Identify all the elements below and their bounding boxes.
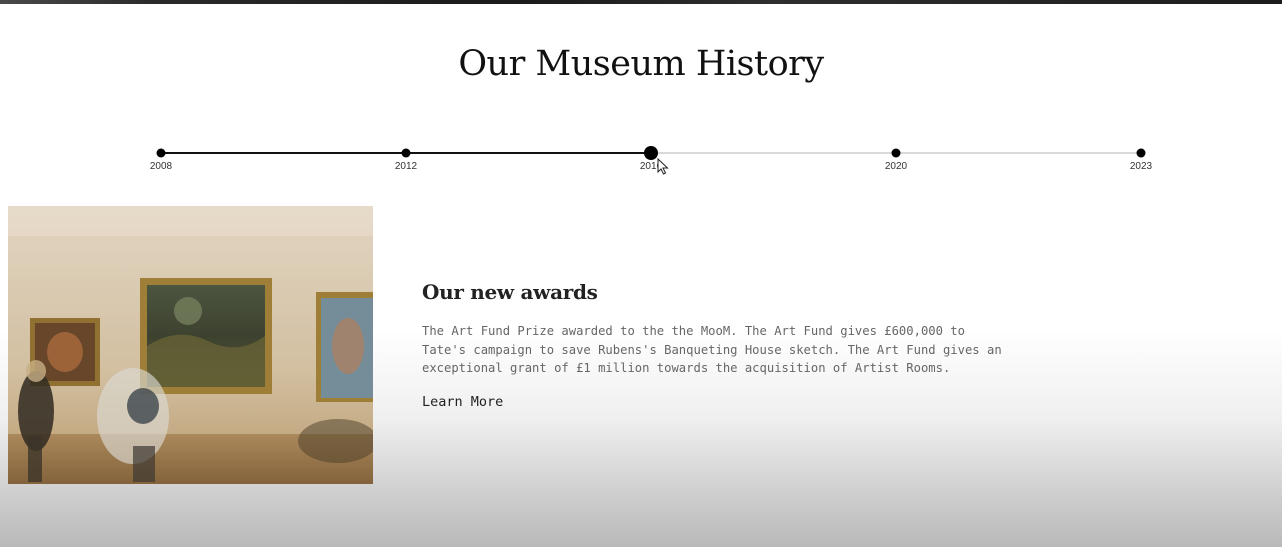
timeline-year-label: 2020 (884, 161, 908, 172)
timeline-year-label: 2008 (149, 161, 173, 172)
mouse-cursor-icon (657, 158, 669, 175)
timeline-point-2023[interactable]: 2023 (1111, 0, 1171, 180)
timeline-point-2016[interactable]: 2016 (621, 0, 681, 180)
timeline-dot (891, 148, 901, 158)
timeline-point-2012[interactable]: 2012 (376, 0, 436, 180)
history-timeline: 2008 2012 2016 2020 2023 (0, 0, 1282, 180)
timeline-year-label: 2012 (394, 161, 418, 172)
gallery-photo-icon (8, 206, 373, 484)
timeline-point-2020[interactable]: 2020 (866, 0, 926, 180)
timeline-year-label: 2023 (1129, 161, 1153, 172)
entry-description: The Art Fund Prize awarded to the the Mo… (422, 324, 1002, 375)
timeline-year-label: 2016 (639, 161, 663, 172)
learn-more-link[interactable]: Learn More (422, 394, 503, 410)
history-entry: Our new awards The Art Fund Prize awarde… (422, 280, 1022, 411)
timeline-dot (1136, 148, 1146, 158)
timeline-dot (156, 148, 166, 158)
gallery-photo (8, 206, 373, 484)
entry-heading: Our new awards (422, 280, 598, 304)
timeline-dot (401, 148, 411, 158)
timeline-point-2008[interactable]: 2008 (131, 0, 191, 180)
timeline-dot-active (644, 146, 658, 160)
